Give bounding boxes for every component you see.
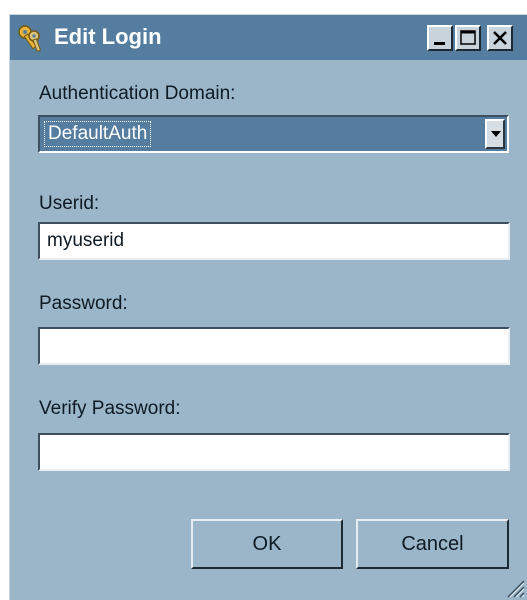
minimize-button[interactable] — [427, 25, 453, 51]
resize-grip-icon[interactable] — [503, 576, 525, 598]
edit-login-dialog: Edit Login Authentication Domain: Defaul… — [9, 14, 527, 600]
chevron-down-icon — [491, 131, 501, 137]
password-label: Password: — [39, 293, 128, 314]
close-button[interactable] — [487, 25, 513, 51]
window-title: Edit Login — [54, 24, 162, 49]
password-input[interactable] — [38, 327, 510, 365]
authentication-domain-select[interactable]: DefaultAuth — [38, 115, 509, 153]
userid-input[interactable] — [38, 222, 510, 260]
maximize-button[interactable] — [455, 25, 481, 51]
close-icon — [493, 31, 507, 45]
minimize-icon — [434, 42, 445, 45]
verify-password-label: Verify Password: — [39, 398, 181, 419]
authentication-domain-label: Authentication Domain: — [39, 83, 236, 104]
verify-password-input[interactable] — [38, 433, 510, 471]
title-bar[interactable]: Edit Login — [10, 15, 527, 60]
userid-label: Userid: — [39, 193, 100, 214]
cancel-button[interactable]: Cancel — [356, 519, 509, 569]
authentication-domain-value: DefaultAuth — [44, 121, 152, 147]
maximize-icon — [460, 30, 476, 45]
dropdown-button[interactable] — [485, 119, 505, 149]
ok-button[interactable]: OK — [191, 519, 343, 569]
keys-icon — [17, 24, 47, 52]
